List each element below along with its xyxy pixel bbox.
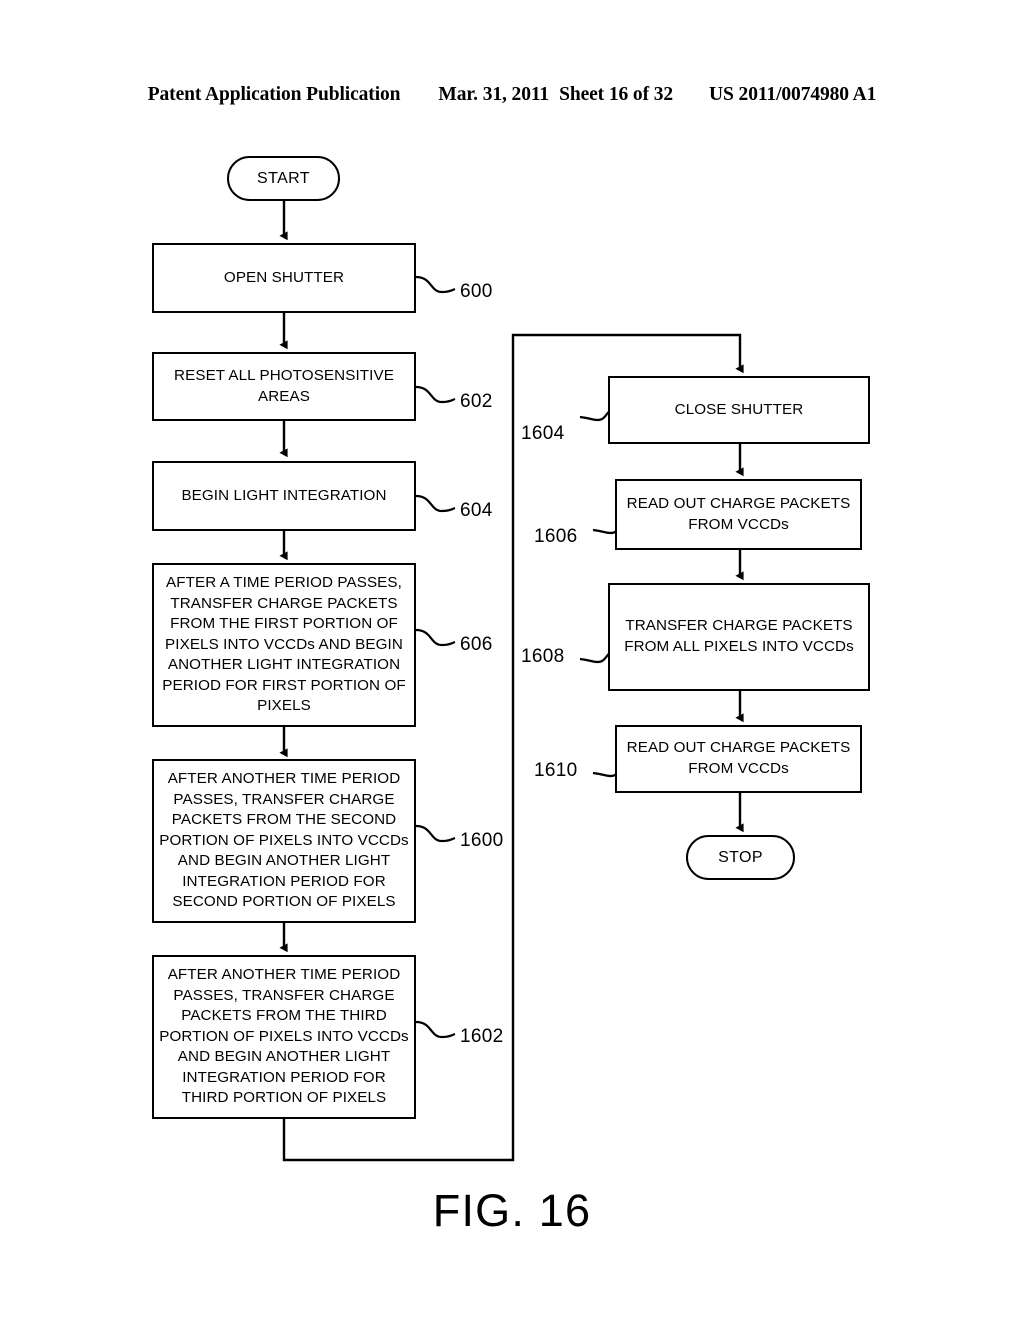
refnum-602: 602 <box>460 391 493 412</box>
refnum-1604: 1604 <box>521 423 565 444</box>
refnum-1608: 1608 <box>521 646 565 667</box>
node-text: READ OUT CHARGE PACKETS FROM VCCDs <box>626 739 851 777</box>
page-header: Patent Application Publication Mar. 31, … <box>0 84 1024 106</box>
flow-node-read-out-vccds-1: READ OUT CHARGE PACKETS FROM VCCDs <box>615 479 862 550</box>
flow-terminal-start: START <box>227 156 340 201</box>
flow-node-transfer-second-portion: AFTER ANOTHER TIME PERIOD PASSES, TRANSF… <box>152 759 416 923</box>
header-publication: Patent Application Publication <box>147 84 401 105</box>
node-text: AFTER A TIME PERIOD PASSES, TRANSFER CHA… <box>162 573 406 715</box>
stop-label: STOP <box>718 848 763 866</box>
node-text: CLOSE SHUTTER <box>674 400 804 418</box>
flow-node-close-shutter: CLOSE SHUTTER <box>608 376 870 444</box>
flow-node-transfer-third-portion: AFTER ANOTHER TIME PERIOD PASSES, TRANSF… <box>152 955 416 1119</box>
header-sheet: Sheet 16 of 32 <box>559 84 674 105</box>
start-label: START <box>257 169 310 187</box>
refnum-604: 604 <box>460 500 493 521</box>
node-text: TRANSFER CHARGE PACKETS FROM ALL PIXELS … <box>624 617 854 655</box>
header-patent-number: US 2011/0074980 A1 <box>709 84 877 105</box>
flow-node-read-out-vccds-2: READ OUT CHARGE PACKETS FROM VCCDs <box>615 725 862 793</box>
refnum-1606: 1606 <box>534 526 578 547</box>
refnum-606: 606 <box>460 634 493 655</box>
refnum-600: 600 <box>460 281 493 302</box>
refnum-1610: 1610 <box>534 760 578 781</box>
flow-terminal-stop: STOP <box>686 835 795 880</box>
flow-node-transfer-all-pixels: TRANSFER CHARGE PACKETS FROM ALL PIXELS … <box>608 583 870 691</box>
patent-figure-page: Patent Application Publication Mar. 31, … <box>0 0 1024 1320</box>
refnum-1600: 1600 <box>460 830 504 851</box>
flow-node-transfer-first-portion: AFTER A TIME PERIOD PASSES, TRANSFER CHA… <box>152 563 416 727</box>
node-text: RESET ALL PHOTOSENSITIVE AREAS <box>174 366 394 405</box>
header-date: Mar. 31, 2011 <box>438 84 550 105</box>
node-text: READ OUT CHARGE PACKETS FROM VCCDs <box>626 494 851 533</box>
node-text: AFTER ANOTHER TIME PERIOD PASSES, TRANSF… <box>159 769 409 911</box>
node-text: OPEN SHUTTER <box>223 268 345 286</box>
node-text: BEGIN LIGHT INTEGRATION <box>181 486 387 504</box>
node-text: AFTER ANOTHER TIME PERIOD PASSES, TRANSF… <box>159 965 409 1107</box>
flow-node-begin-light-integration: BEGIN LIGHT INTEGRATION <box>152 461 416 531</box>
flow-node-reset-photosensitive-areas: RESET ALL PHOTOSENSITIVE AREAS <box>152 352 416 421</box>
figure-caption: FIG. 16 <box>432 1185 592 1236</box>
refnum-1602: 1602 <box>460 1026 504 1047</box>
flow-node-open-shutter: OPEN SHUTTER <box>152 243 416 313</box>
